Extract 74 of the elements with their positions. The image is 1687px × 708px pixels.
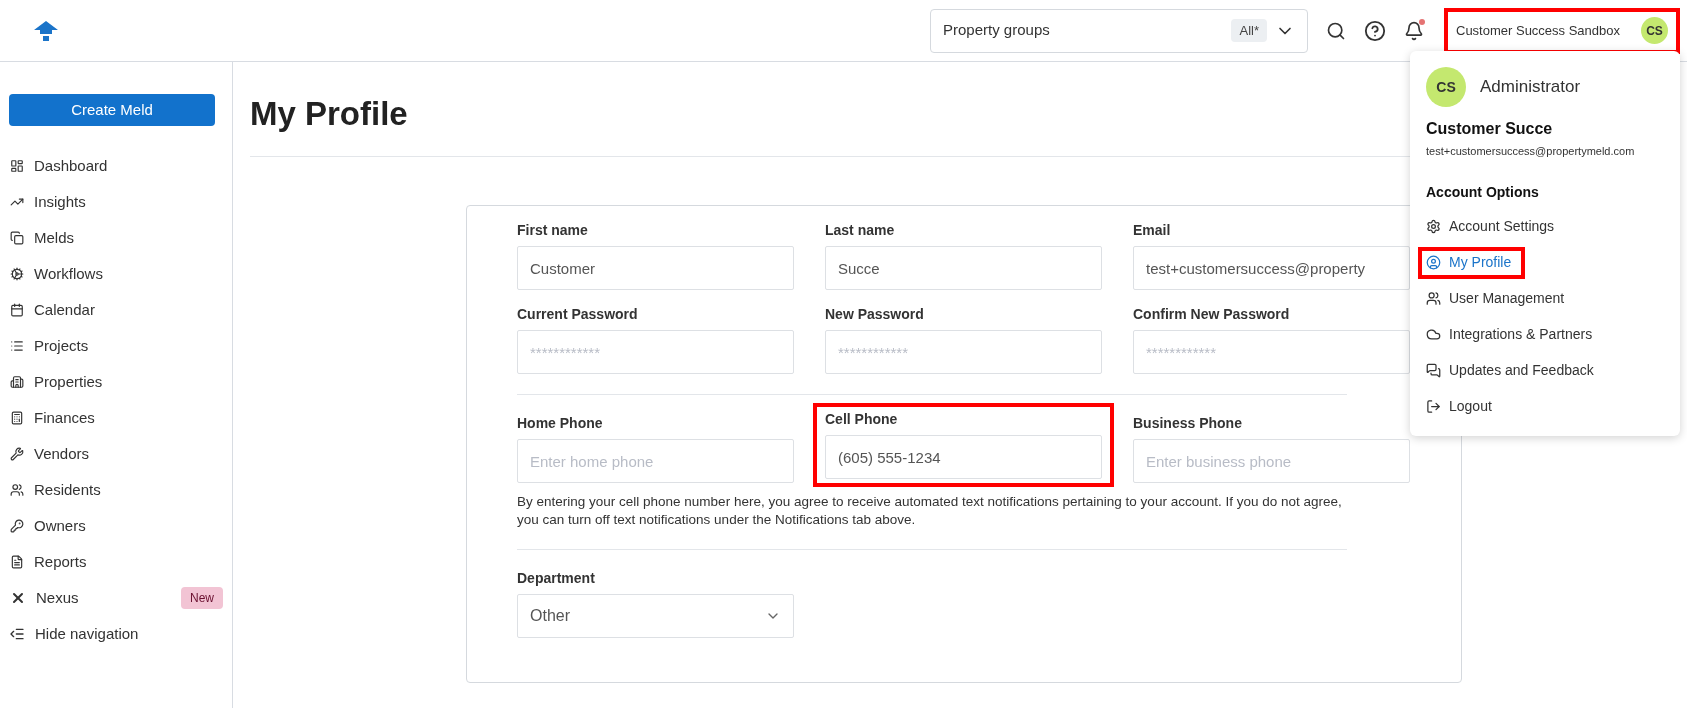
field-label: Business Phone: [1133, 414, 1243, 433]
field-label: Confirm New Password: [1133, 305, 1291, 324]
avatar-initials: CS: [1641, 17, 1668, 44]
nav-item[interactable]: Finances: [9, 400, 223, 436]
collapse-icon: [9, 626, 25, 642]
menu-item[interactable]: Logout: [1426, 390, 1492, 423]
field-label: Current Password: [517, 305, 639, 324]
field-label: New Password: [825, 305, 925, 324]
input-field[interactable]: Succe: [825, 246, 1102, 290]
input-field[interactable]: Enter business phone: [1133, 439, 1410, 483]
nav-item[interactable]: Projects: [9, 328, 223, 364]
document-icon: [10, 555, 24, 569]
menu-item[interactable]: Integrations & Partners: [1426, 318, 1593, 351]
calculator-icon: [10, 411, 24, 425]
menu-item[interactable]: Account Settings: [1426, 210, 1555, 243]
hide-navigation-item[interactable]: Hide navigation: [9, 616, 223, 652]
nav-item[interactable]: Dashboard: [9, 148, 223, 184]
new-badge: New: [181, 587, 223, 609]
dashboard-icon: [10, 159, 24, 173]
nav-item[interactable]: Workflows: [9, 256, 223, 292]
input-field[interactable]: ************: [1133, 330, 1410, 374]
help-icon[interactable]: [1364, 19, 1386, 42]
field-label: Email: [1133, 221, 1172, 240]
cloud-icon: [1426, 327, 1441, 342]
settings-icon: [1426, 219, 1441, 234]
menu-item[interactable]: My Profile: [1418, 246, 1526, 279]
section-title: Account Options: [1426, 182, 1540, 202]
field-label: Home Phone: [517, 414, 604, 433]
list-icon: [10, 339, 24, 353]
input-field[interactable]: (605) 555-1234: [825, 435, 1102, 479]
calendar-icon: [10, 303, 24, 317]
department-select[interactable]: Other: [517, 594, 794, 638]
menu-item[interactable]: Updates and Feedback: [1426, 354, 1594, 387]
nav-item[interactable]: Melds: [9, 220, 223, 256]
input-field[interactable]: test+customersuccess@property: [1133, 246, 1410, 290]
logout-icon: [1426, 399, 1441, 414]
people-icon: [1426, 291, 1441, 306]
input-field[interactable]: ************: [517, 330, 794, 374]
key-icon: [10, 519, 24, 533]
people-icon: [10, 483, 24, 497]
menu-item[interactable]: User Management: [1426, 282, 1565, 315]
nav-item[interactable]: Nexus New: [9, 580, 223, 616]
nav-item[interactable]: Owners: [9, 508, 223, 544]
gears-icon: [10, 267, 24, 281]
nav-item[interactable]: Calendar: [9, 292, 223, 328]
nav-item[interactable]: Reports: [9, 544, 223, 580]
create-meld-button[interactable]: Create Meld: [9, 94, 215, 126]
notice-text: By entering your cell phone number here, you agree to receive automated text notifications pertaining to your account. If you do not agree, you can turn off text notifications under the Notifications tab above.: [517, 493, 1343, 529]
nav-item[interactable]: Insights: [9, 184, 223, 220]
user-email: test+customersuccess@propertymeld.com: [1426, 144, 1636, 159]
property-groups-select[interactable]: Property groups All*: [930, 8, 1308, 53]
wrench-icon: [10, 447, 24, 461]
logo-icon[interactable]: [34, 20, 58, 41]
chat-icon: [1426, 363, 1441, 378]
input-field[interactable]: Customer: [517, 246, 794, 290]
field-label: Department: [517, 569, 596, 588]
user-circle-icon: [1426, 255, 1441, 270]
input-field[interactable]: Enter home phone: [517, 439, 794, 483]
nav-item[interactable]: Residents: [9, 472, 223, 508]
nav-item[interactable]: Vendors: [9, 436, 223, 472]
input-field[interactable]: ************: [825, 330, 1102, 374]
field-label: Cell Phone: [825, 410, 899, 429]
copy-icon: [10, 231, 24, 245]
buildings-icon: [10, 375, 24, 389]
bell-icon[interactable]: [1404, 20, 1424, 41]
filter-badge: All*: [1231, 18, 1267, 43]
nav-item[interactable]: Properties: [9, 364, 223, 400]
role-label: Administrator: [1480, 76, 1581, 99]
search-icon[interactable]: [1326, 20, 1346, 41]
user-name: Customer Succe: [1426, 119, 1554, 139]
field-label: Last name: [825, 221, 896, 240]
avatar-initials: CS: [1426, 67, 1466, 107]
x-mark-icon: [10, 590, 26, 606]
field-label: First name: [517, 221, 589, 240]
